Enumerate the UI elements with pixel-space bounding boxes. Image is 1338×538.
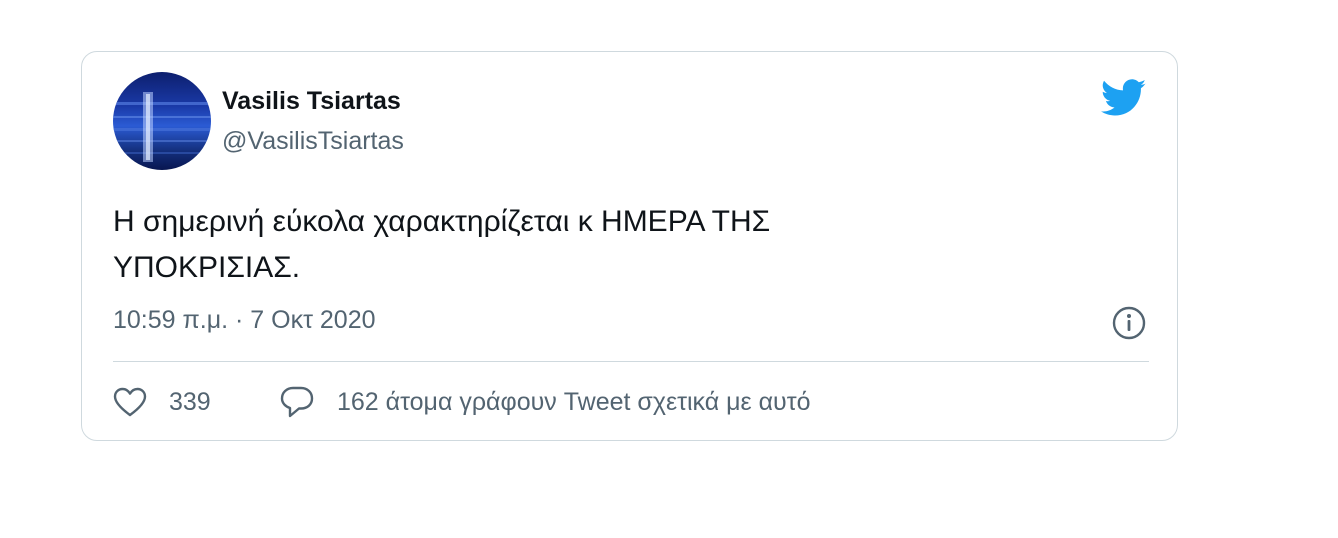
- reply-label: 162 άτομα γράφουν Tweet σχετικά με αυτό: [337, 387, 811, 416]
- tweet-text-line-2: ΥΠΟΚΡΙΣΙΑΣ.: [113, 251, 301, 284]
- like-count: 339: [169, 387, 211, 416]
- like-button[interactable]: 339: [113, 385, 211, 419]
- tweet-embed-card: Vasilis Tsiartas @VasilisTsiartas Η σημε…: [81, 51, 1178, 441]
- heart-icon: [113, 387, 147, 417]
- avatar[interactable]: [113, 72, 211, 170]
- divider: [113, 361, 1149, 362]
- author-name[interactable]: Vasilis Tsiartas: [222, 87, 401, 116]
- author-handle[interactable]: @VasilisTsiartas: [222, 127, 404, 156]
- tweet-timestamp[interactable]: 10:59 π.μ. · 7 Οκτ 2020: [113, 306, 376, 335]
- tweet-text: Η σημερινή εύκολα χαρακτηρίζεται κ ΗΜΕΡΑ…: [113, 199, 1113, 291]
- tweet-text-line-1: Η σημερινή εύκολα χαρακτηρίζεται κ ΗΜΕΡΑ…: [113, 205, 771, 238]
- twitter-bird-icon[interactable]: [1101, 79, 1147, 117]
- avatar-image: [113, 92, 211, 162]
- speech-bubble-icon: [280, 386, 314, 418]
- reply-button[interactable]: 162 άτομα γράφουν Tweet σχετικά με αυτό: [279, 385, 811, 419]
- info-icon[interactable]: [1111, 305, 1147, 341]
